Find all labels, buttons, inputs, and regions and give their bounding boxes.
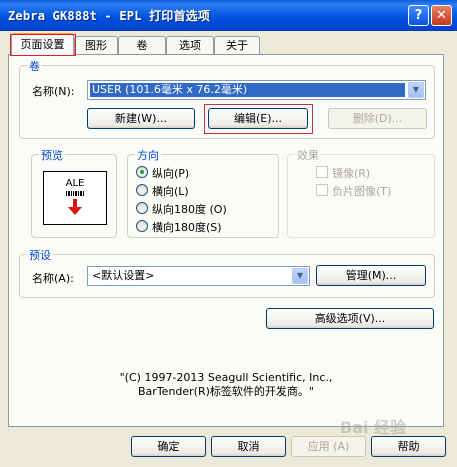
orientation-group: 方向 纵向(P) 横向(L) 纵向180度 (O) 横向180度(S) — [127, 147, 279, 238]
watermark: Bai 经验 — [340, 418, 407, 437]
new-stock-button[interactable]: 新建(W)... — [87, 108, 195, 129]
preset-name-select[interactable]: <默认设置> ▼ — [87, 266, 310, 286]
cancel-button[interactable]: 取消 — [211, 436, 286, 457]
title-bar[interactable]: Zebra GK888t - EPL 打印首选项 ? ✕ — [0, 0, 457, 31]
orientation-legend: 方向 — [135, 147, 161, 163]
stock-group: 卷 名称(N): USER (101.6毫米 x 76.2毫米) ▼ 新建(W)… — [19, 58, 435, 139]
negative-checkbox[interactable] — [316, 184, 328, 196]
tab-options[interactable]: 选项 — [166, 36, 214, 55]
presets-group: 预设 名称(A): <默认设置> ▼ 管理(M)... — [19, 247, 435, 298]
portrait-180-label[interactable]: 纵向180度 (O) — [152, 201, 227, 217]
preset-name-label: 名称(A): — [32, 272, 74, 285]
chevron-down-icon[interactable]: ▼ — [408, 82, 424, 98]
manage-presets-button[interactable]: 管理(M)... — [316, 265, 426, 286]
landscape-label[interactable]: 横向(L) — [152, 183, 189, 199]
landscape-180-radio[interactable] — [136, 220, 148, 232]
copyright-line-2: BarTender(R)标签软件的开发商。" — [138, 385, 314, 398]
mirror-checkbox[interactable] — [316, 166, 328, 178]
delete-stock-button[interactable]: 删除(D)... — [328, 108, 427, 129]
label-preview: ALE — [43, 171, 107, 225]
copyright-line-1: "(C) 1997-2013 Seagull Scientific, Inc., — [119, 371, 333, 384]
portrait-180-radio[interactable] — [136, 202, 148, 214]
mirror-label[interactable]: 镜像(R) — [332, 165, 370, 181]
preview-group: 预览 ALE — [31, 147, 117, 238]
advanced-options-button[interactable]: 高级选项(V)... — [266, 308, 434, 329]
tab-page-setup[interactable]: 页面设置 — [11, 33, 74, 55]
copyright-text: "(C) 1997-2013 Seagull Scientific, Inc.,… — [9, 371, 443, 399]
edit-stock-button[interactable]: 编辑(E)... — [208, 108, 308, 129]
preview-label-text: ALE — [65, 178, 85, 189]
tab-graphics[interactable]: 图形 — [74, 36, 118, 55]
effects-group: 效果 镜像(R) 负片图像(T) — [287, 147, 435, 238]
tab-about[interactable]: 关于 — [214, 36, 260, 55]
stock-legend: 卷 — [27, 58, 42, 74]
preset-name-value: <默认设置> — [92, 269, 155, 282]
close-button[interactable]: ✕ — [431, 5, 452, 26]
tab-page: 卷 名称(N): USER (101.6毫米 x 76.2毫米) ▼ 新建(W)… — [8, 54, 444, 427]
effects-legend: 效果 — [295, 147, 321, 163]
window-title: Zebra GK888t - EPL 打印首选项 — [8, 9, 211, 23]
apply-button[interactable]: 应用 (A) — [291, 436, 366, 457]
help-title-button[interactable]: ? — [408, 5, 429, 26]
presets-legend: 预设 — [27, 247, 53, 263]
preview-legend: 预览 — [39, 147, 65, 163]
landscape-180-label[interactable]: 横向180度(S) — [152, 219, 222, 235]
tab-stock[interactable]: 卷 — [118, 36, 166, 55]
portrait-radio[interactable] — [136, 166, 148, 178]
negative-label[interactable]: 负片图像(T) — [332, 183, 391, 199]
chevron-down-icon[interactable]: ▼ — [292, 268, 308, 284]
portrait-label[interactable]: 纵向(P) — [152, 165, 189, 181]
ok-button[interactable]: 确定 — [131, 436, 206, 457]
help-button[interactable]: 帮助 — [371, 436, 446, 457]
barcode-arrow-icon — [66, 191, 84, 215]
landscape-radio[interactable] — [136, 184, 148, 196]
stock-name-label: 名称(N): — [32, 85, 75, 98]
stock-name-value: USER (101.6毫米 x 76.2毫米) — [90, 83, 405, 97]
stock-name-select[interactable]: USER (101.6毫米 x 76.2毫米) ▼ — [87, 80, 426, 100]
